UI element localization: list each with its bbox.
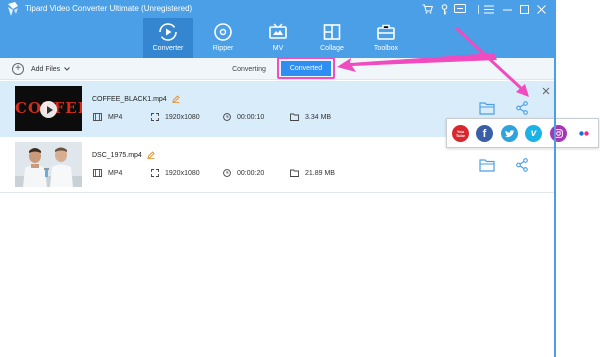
tab-converter-label: Converter [152,45,184,52]
resolution-value: 1920x1080 [165,113,200,121]
title-bar: Tipard Video Converter Ultimate (Unregis… [0,0,554,58]
app-title: Tipard Video Converter Ultimate (Unregis… [25,4,193,13]
close-icon[interactable] [534,2,548,16]
play-icon[interactable] [40,101,57,118]
window-frame-edge [554,0,556,357]
tab-ripper[interactable]: Ripper [198,18,248,58]
file-name-text: COFFEE_BLACK1.mp4 [92,95,167,103]
maximize-icon[interactable] [517,2,531,16]
share-icon[interactable] [516,101,528,115]
message-icon[interactable] [453,2,467,16]
share-menu: You Tube f v [446,118,599,148]
tab-converter[interactable]: Converter [143,18,193,58]
folder-small-icon [290,169,299,177]
open-folder-icon[interactable] [479,101,495,115]
subtab-converted-label: Converted [281,60,331,76]
converter-icon [159,23,177,41]
size-info: 3.34 MB [290,113,331,121]
resolution-icon [151,169,159,177]
toolbox-icon [377,24,395,40]
title-bar-divider [478,5,479,14]
tab-collage[interactable]: Collage [307,18,357,58]
flickr-icon[interactable] [575,125,592,142]
tab-mv-label: MV [272,45,284,52]
minimize-icon[interactable] [500,2,514,16]
edit-pencil-icon[interactable] [172,95,180,103]
add-files-label: Add Files [31,65,61,73]
film-icon [93,169,102,177]
file-name-text: DSC_1975.mp4 [92,151,142,159]
format-info: MP4 [93,169,122,177]
resolution-value: 1920x1080 [165,169,200,177]
size-info: 21.89 MB [290,169,335,177]
tab-ripper-label: Ripper [212,45,234,52]
plus-icon: + [12,63,24,75]
folder-small-icon [290,113,299,121]
duration-value: 00:00:10 [237,113,265,121]
size-value: 3.34 MB [305,113,332,121]
facebook-icon[interactable]: f [476,125,493,142]
resolution-icon [151,113,159,121]
film-icon [93,113,102,121]
twitter-icon[interactable] [501,125,518,142]
chevron-down-icon[interactable] [64,67,71,71]
subtab-converting[interactable]: Converting [225,60,273,78]
video-thumbnail[interactable]: COFFEE [15,86,82,131]
mv-icon [269,23,287,39]
duration-value: 00:00:20 [237,169,265,177]
duration-info: 00:00:20 [223,169,264,177]
collage-icon [323,24,341,40]
menu-icon[interactable] [482,2,496,16]
instagram-icon[interactable] [550,125,567,142]
share-icon[interactable] [516,158,528,172]
subtab-converted[interactable]: Converted [277,57,335,79]
tab-mv[interactable]: MV [253,18,303,58]
app-window: Tipard Video Converter Ultimate (Unregis… [0,0,600,357]
clock-icon [223,113,231,121]
tab-toolbox-label: Toolbox [373,45,399,52]
edit-pencil-icon[interactable] [147,151,155,159]
video-thumbnail[interactable] [15,142,82,187]
tab-collage-label: Collage [320,45,344,52]
vimeo-icon[interactable]: v [525,125,542,142]
cart-icon[interactable] [420,2,434,16]
format-info: MP4 [93,113,122,121]
open-folder-icon[interactable] [479,158,495,172]
key-icon[interactable] [437,2,451,16]
app-logo-icon [8,2,18,16]
format-value: MP4 [108,169,123,177]
youtube-logo-text: You Tube [455,128,466,138]
resolution-info: 1920x1080 [151,169,200,177]
clock-icon [223,169,231,177]
tab-toolbox[interactable]: Toolbox [361,18,411,58]
size-value: 21.89 MB [305,169,335,177]
duration-info: 00:00:10 [223,113,264,121]
youtube-icon[interactable]: You Tube [452,125,469,142]
remove-row-close-icon[interactable] [541,86,551,96]
ripper-icon [214,23,232,41]
resolution-info: 1920x1080 [151,113,200,121]
format-value: MP4 [108,113,123,121]
add-files-button[interactable]: + Add Files [12,62,71,76]
file-name: DSC_1975.mp4 [92,151,155,159]
file-name: COFFEE_BLACK1.mp4 [92,95,180,103]
lab-scientists-image [15,142,82,187]
